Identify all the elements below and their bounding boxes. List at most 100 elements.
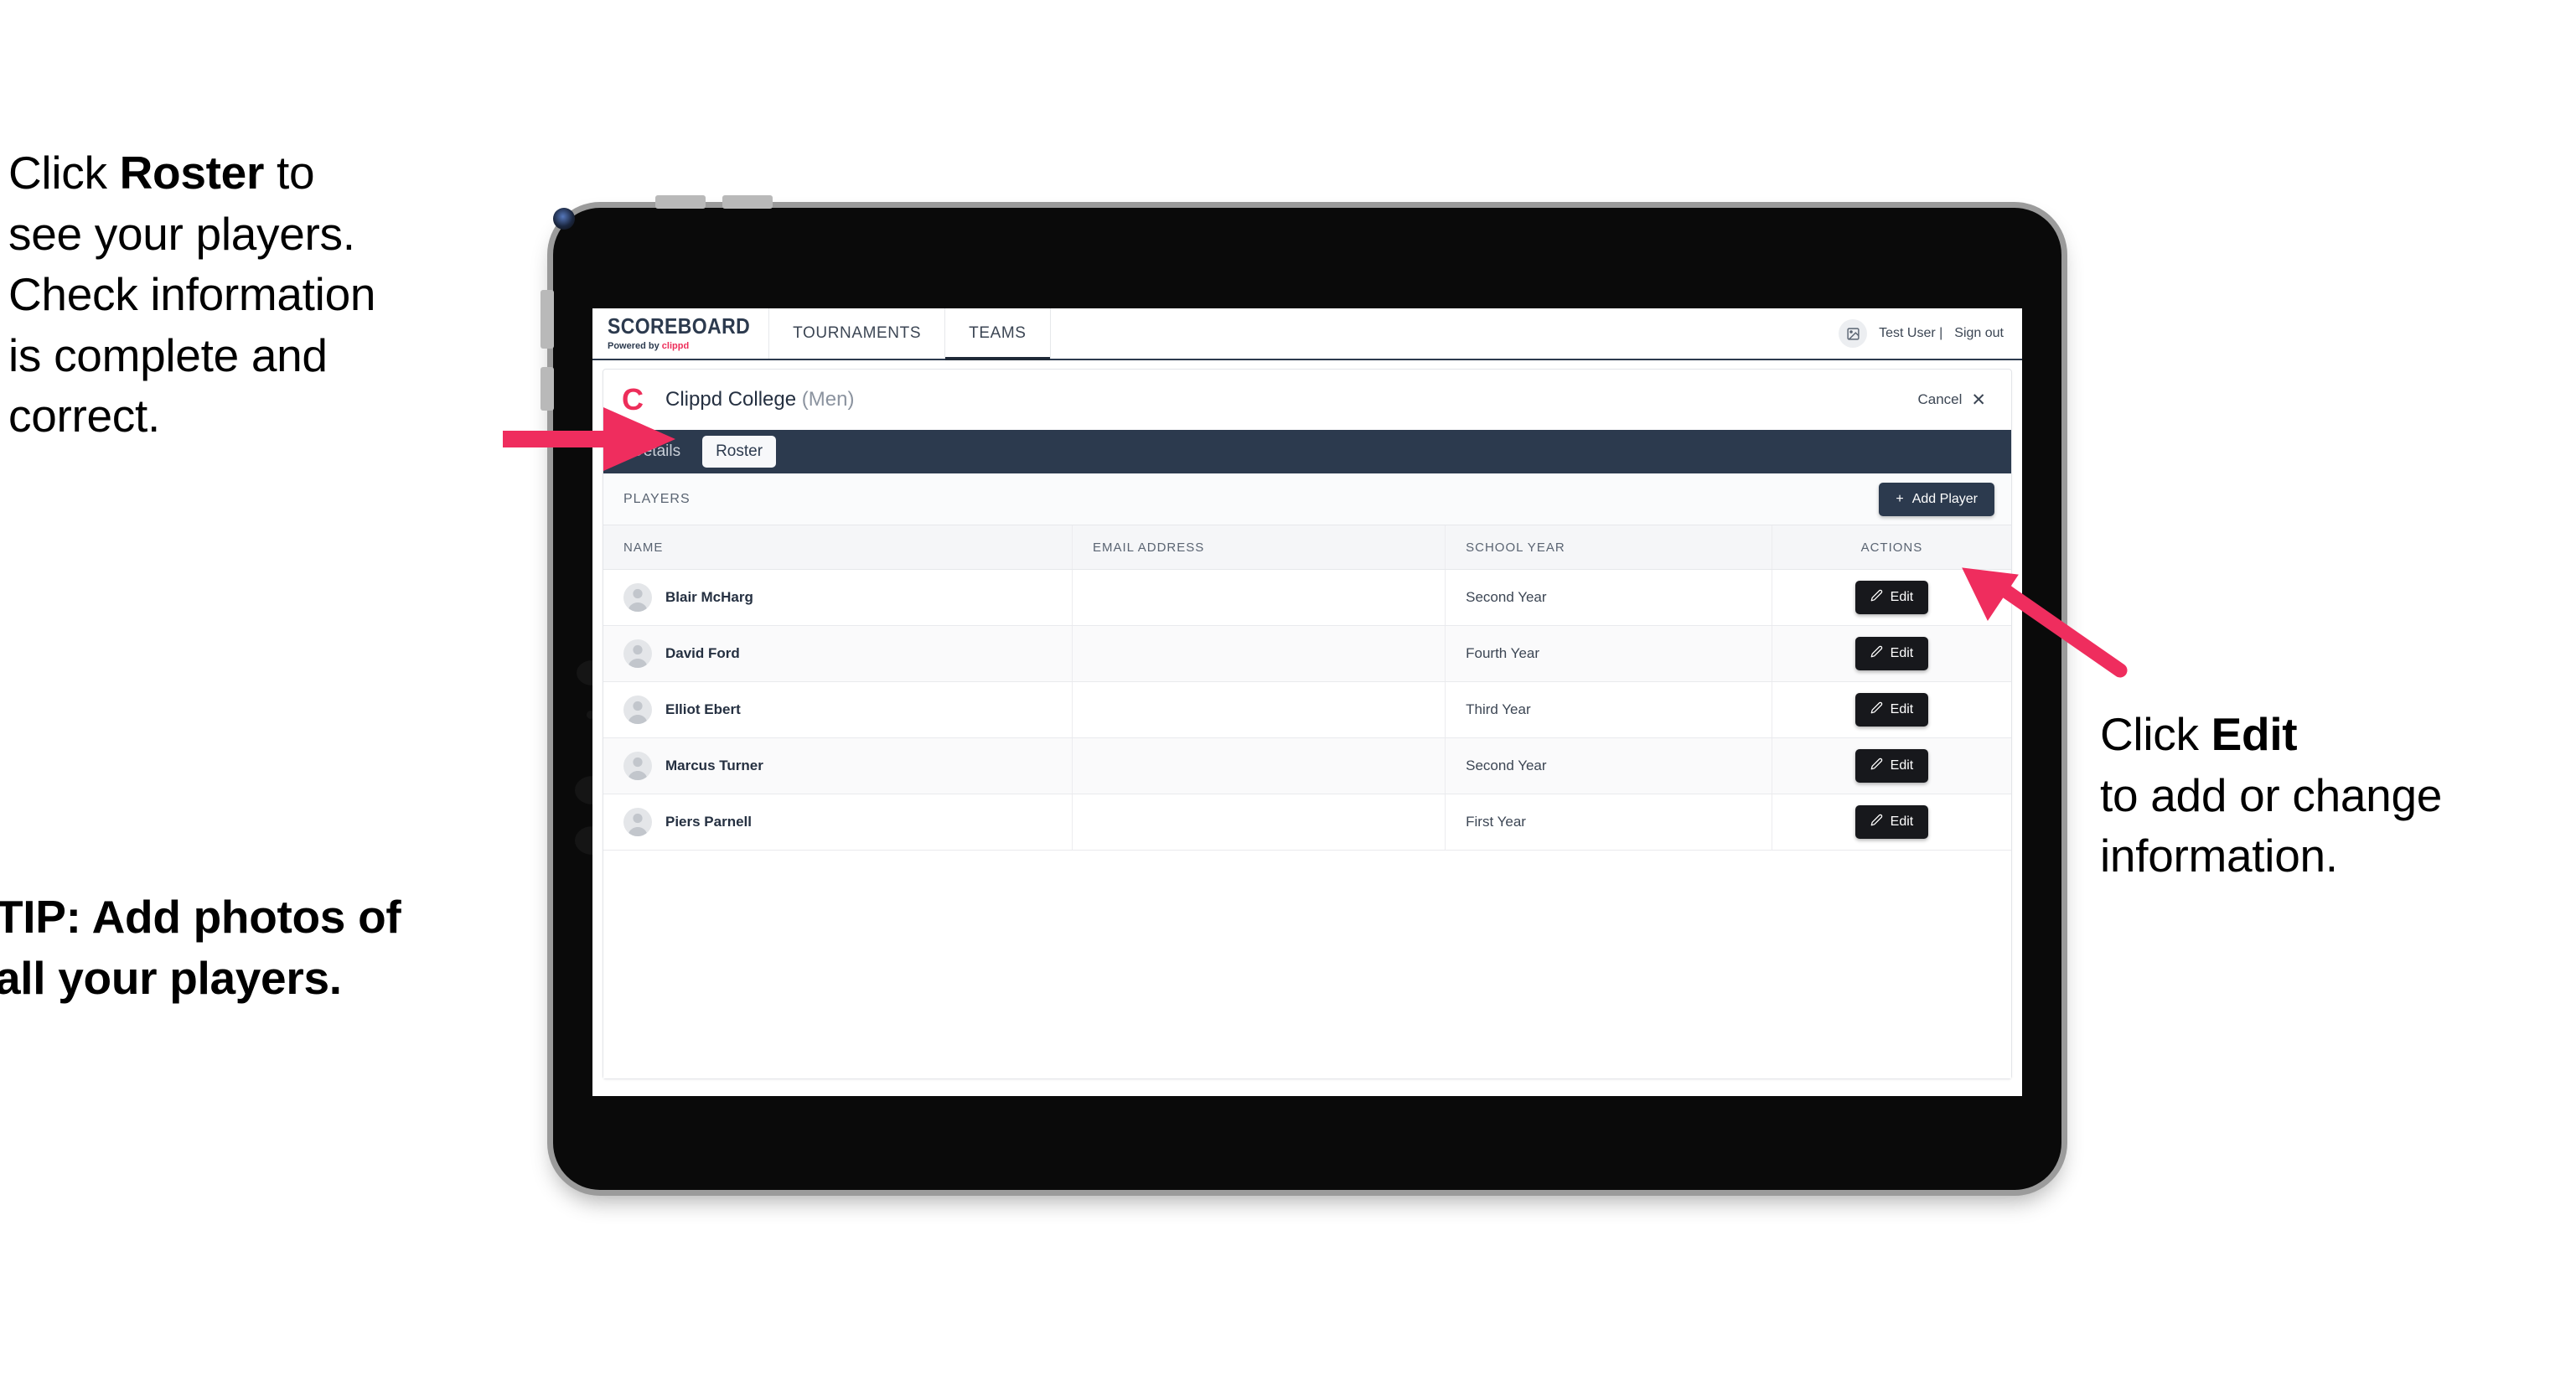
player-name-cell: Piers Parnell <box>623 808 1072 836</box>
roster-table: NAME EMAIL ADDRESS SCHOOL YEAR ACTIONS B… <box>603 525 2011 851</box>
cell-name: Piers Parnell <box>603 794 1073 851</box>
table-row[interactable]: Piers Parnell First Year Edit <box>603 794 2011 851</box>
pencil-icon <box>1870 701 1883 718</box>
edit-button[interactable]: Edit <box>1854 693 1929 727</box>
team-card-header: C Clippd College (Men) Cancel ✕ <box>603 370 2011 430</box>
team-name-text: Clippd College <box>665 388 797 411</box>
cancel-label: Cancel <box>1917 391 1963 407</box>
callout-edit: Click Edit to add or change information. <box>2100 704 2576 887</box>
school-year-label: Third Year <box>1466 701 1531 717</box>
add-player-label: Add Player <box>1911 491 1978 506</box>
person-silhouette-icon <box>628 701 648 724</box>
person-silhouette-icon <box>628 588 648 612</box>
pencil-icon <box>1870 758 1883 774</box>
sign-out-link[interactable]: Sign out <box>1954 326 2004 341</box>
cell-email <box>1072 569 1446 626</box>
cell-actions: Edit <box>1772 737 2011 794</box>
team-logo-icon: C <box>622 382 644 416</box>
players-toolbar: PLAYERS + Add Player <box>603 473 2011 525</box>
nav-tab-teams[interactable]: TEAMS <box>945 308 1051 360</box>
cell-actions: Edit <box>1772 625 2011 682</box>
roster-table-body: Blair McHarg Second Year Edit David Ford Fou… <box>603 569 2011 851</box>
cancel-button[interactable]: Cancel ✕ <box>1917 391 1986 409</box>
player-name-label: Elliot Ebert <box>665 701 741 717</box>
edit-label: Edit <box>1890 646 1914 660</box>
player-name-label: Marcus Turner <box>665 758 763 773</box>
nav-tab-tournaments[interactable]: TOURNAMENTS <box>769 308 946 359</box>
player-name-cell: David Ford <box>623 639 1072 668</box>
sub-tab-details[interactable]: Details <box>618 436 694 468</box>
table-row[interactable]: David Ford Fourth Year Edit <box>603 625 2011 682</box>
callout-roster-bold: Roster <box>119 147 265 199</box>
cell-school-year: Fourth Year <box>1445 625 1772 682</box>
brand-title: SCOREBOARD <box>608 313 751 338</box>
cell-name: Marcus Turner <box>603 737 1073 794</box>
cell-name: Elliot Ebert <box>603 681 1073 738</box>
column-header-name[interactable]: NAME <box>603 525 1073 570</box>
edit-button[interactable]: Edit <box>1854 581 1929 614</box>
close-icon: ✕ <box>1971 390 1986 410</box>
edit-label: Edit <box>1890 815 1914 829</box>
cell-name: David Ford <box>603 625 1073 682</box>
cell-actions: Edit <box>1772 569 2011 626</box>
cell-school-year: Third Year <box>1445 681 1772 738</box>
cell-email <box>1072 737 1446 794</box>
player-name-cell: Marcus Turner <box>623 752 1072 780</box>
table-row[interactable]: Marcus Turner Second Year Edit <box>603 737 2011 794</box>
column-header-email[interactable]: EMAIL ADDRESS <box>1072 525 1446 570</box>
device-button-side[interactable] <box>541 367 554 411</box>
edit-button[interactable]: Edit <box>1854 749 1929 783</box>
callout-edit-prefix: Click <box>2100 708 2211 760</box>
cell-email <box>1072 794 1446 851</box>
cell-email <box>1072 681 1446 738</box>
table-header-row: NAME EMAIL ADDRESS SCHOOL YEAR ACTIONS <box>603 525 2011 570</box>
cell-actions: Edit <box>1772 681 2011 738</box>
brand-subtitle: Powered by clippd <box>608 341 750 351</box>
player-name-label: David Ford <box>665 645 740 661</box>
callout-edit-bold: Edit <box>2211 708 2298 760</box>
tablet-device-frame: SCOREBOARD Powered by clippd TOURNAMENTS… <box>541 195 2061 1190</box>
device-button-volume-up[interactable] <box>655 195 706 209</box>
team-gender-text: (Men) <box>801 388 855 411</box>
player-name-label: Blair McHarg <box>665 589 753 605</box>
brand-logo[interactable]: SCOREBOARD Powered by clippd <box>592 308 770 359</box>
sub-tab-bar: Details Roster <box>603 430 2011 473</box>
device-camera-icon <box>553 208 575 230</box>
school-year-label: First Year <box>1466 814 1526 830</box>
plus-icon: + <box>1896 491 1904 506</box>
callout-roster: Click Roster to see your players. Check … <box>8 142 561 447</box>
pencil-icon <box>1870 645 1883 662</box>
callout-tip: TIP: Add photos of all your players. <box>0 891 401 1004</box>
school-year-label: Second Year <box>1466 758 1547 773</box>
roster-table-head: NAME EMAIL ADDRESS SCHOOL YEAR ACTIONS <box>603 525 2011 570</box>
players-section-label: PLAYERS <box>623 491 691 506</box>
user-account-area: Test User | Sign out <box>1839 308 2022 359</box>
person-silhouette-icon <box>628 757 648 780</box>
edit-button[interactable]: Edit <box>1854 805 1929 839</box>
person-silhouette-icon <box>628 644 648 668</box>
cell-actions: Edit <box>1772 794 2011 851</box>
table-row[interactable]: Elliot Ebert Third Year Edit <box>603 681 2011 738</box>
cell-email <box>1072 625 1446 682</box>
table-row[interactable]: Blair McHarg Second Year Edit <box>603 569 2011 626</box>
add-player-button[interactable]: + Add Player <box>1879 482 1994 516</box>
top-navigation-bar: SCOREBOARD Powered by clippd TOURNAMENTS… <box>592 308 2022 360</box>
pencil-icon <box>1870 589 1883 606</box>
edit-button[interactable]: Edit <box>1854 637 1929 670</box>
brand-subtitle-prefix: Powered by <box>608 340 662 351</box>
avatar-icon <box>623 808 652 836</box>
person-silhouette-icon <box>628 813 648 836</box>
edit-label: Edit <box>1890 758 1914 773</box>
school-year-label: Second Year <box>1466 589 1547 605</box>
image-placeholder-icon[interactable] <box>1839 319 1868 348</box>
device-button-volume-down[interactable] <box>722 195 773 209</box>
school-year-label: Fourth Year <box>1466 645 1540 661</box>
cell-name: Blair McHarg <box>603 569 1073 626</box>
tablet-screen: SCOREBOARD Powered by clippd TOURNAMENTS… <box>592 308 2022 1096</box>
column-header-school-year[interactable]: SCHOOL YEAR <box>1445 525 1772 570</box>
team-detail-card: C Clippd College (Men) Cancel ✕ Details … <box>603 369 2012 1079</box>
sub-tab-roster[interactable]: Roster <box>702 436 777 468</box>
device-button-power[interactable] <box>541 290 554 349</box>
edit-label: Edit <box>1890 590 1914 604</box>
